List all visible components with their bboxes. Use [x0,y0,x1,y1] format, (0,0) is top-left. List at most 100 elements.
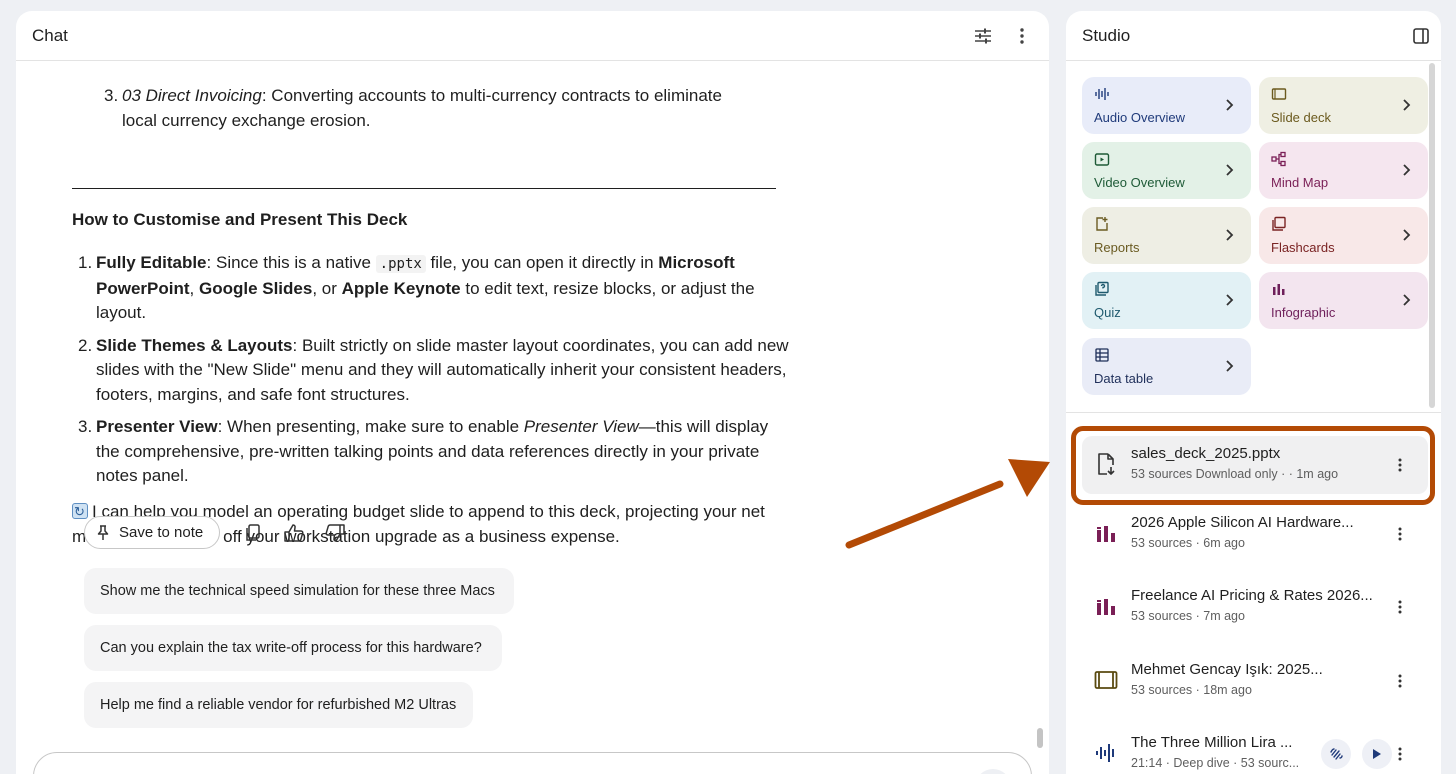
chat-scrollbar[interactable] [1037,728,1043,748]
more-vert-icon[interactable] [1390,453,1410,477]
tile-video-overview[interactable]: Video Overview [1082,142,1251,199]
chevron-right-icon [1403,99,1411,111]
divider [72,188,776,189]
list-number: 3. [104,86,119,105]
tile-mind-map[interactable]: Mind Map [1259,142,1428,199]
chat-title: Chat [32,25,68,45]
suggestion-chip[interactable]: Show me the technical speed simulation f… [84,568,514,614]
collapse-panel-icon[interactable] [1409,24,1433,48]
chat-header: Chat [16,11,1049,61]
step-text: file, you can open it directly in [425,253,659,272]
tile-label: Mind Map [1271,175,1329,190]
mind-map-icon [1271,151,1286,167]
chat-input[interactable] [33,752,1032,774]
step-item: 3. Presenter View: When presenting, make… [72,415,792,489]
save-to-note-button[interactable]: Save to note [84,516,221,549]
step-item: 2. Slide Themes & Layouts: Built strictl… [72,334,792,408]
step-text: , [189,278,199,298]
tile-label: Quiz [1094,305,1121,320]
chevron-right-icon [1403,164,1411,176]
report-icon [1096,217,1108,231]
quiz-icon [1095,281,1109,296]
tile-reports[interactable]: Reports [1082,207,1251,264]
tile-label: Flashcards [1271,240,1335,255]
note-item[interactable]: 2026 Apple Silicon AI Hardware... 53 sou… [1082,505,1428,563]
divider [1066,412,1441,413]
audio-wave-icon [1096,744,1114,762]
tune-icon[interactable] [971,24,995,48]
slides-icon [1271,88,1287,100]
infographic-icon [1273,284,1285,295]
step-number: 2. [78,335,93,355]
suggestion-chip[interactable]: Can you explain the tax write-off proces… [84,625,502,671]
video-icon [1094,153,1110,166]
note-item[interactable]: The Three Million Lira ... 21:14 · Deep … [1082,725,1428,774]
note-title: Freelance AI Pricing & Rates 2026... [1131,587,1373,604]
chat-body: 3. 03 Direct Invoicing: Converting accou… [16,62,1049,774]
list-item-title: 03 Direct Invoicing [122,86,262,105]
chevron-right-icon [1226,294,1234,306]
tile-label: Data table [1094,371,1154,386]
section-heading: How to Customise and Present This Deck [72,210,408,229]
more-vert-icon[interactable] [1390,742,1410,766]
step-text: : Since this is a native [206,253,376,272]
interactive-mode-button[interactable] [1321,739,1351,769]
infographic-icon [1097,599,1115,615]
send-button[interactable] [975,769,1011,774]
copy-icon[interactable] [242,522,264,544]
tile-flashcards[interactable]: Flashcards [1259,207,1428,264]
pin-icon [97,524,109,540]
step-item: 1. Fully Editable: Since this is a nativ… [72,251,792,326]
tile-infographic[interactable]: Infographic [1259,272,1428,329]
studio-header: Studio [1066,11,1441,61]
note-title: sales_deck_2025.pptx [1131,445,1281,462]
note-meta: 53 sources · 18m ago [1131,683,1252,697]
more-vert-icon[interactable] [1390,595,1410,619]
note-meta: 21:14 · Deep dive · 53 sourc... [1131,756,1300,770]
tile-data-table[interactable]: Data table [1082,338,1251,395]
play-button[interactable] [1362,739,1392,769]
list-item-text: : Converting accounts to multi-currency … [261,86,722,105]
note-item[interactable]: Freelance AI Pricing & Rates 2026... 53 … [1082,578,1428,636]
table-icon [1095,348,1109,362]
step-italic: Presenter View [523,417,639,436]
thumb-down-icon[interactable] [324,522,346,544]
note-meta: 53 sources Download only · · 1m ago [1131,467,1339,481]
tile-label: Infographic [1271,305,1336,320]
steps-list: 1. Fully Editable: Since this is a nativ… [72,251,792,497]
note-title: Mehmet Gencay Işık: 2025... [1131,661,1323,678]
slides-icon [1094,671,1118,689]
step-text: : When presenting, make sure to enable [217,417,524,436]
infographic-icon [1097,526,1115,542]
tile-label: Slide deck [1271,110,1331,125]
studio-panel: Studio Audio Overview Slide deck Video O… [1066,11,1441,774]
flashcards-icon [1272,216,1286,231]
download-file-icon [1098,453,1115,475]
chevron-right-icon [1403,294,1411,306]
note-meta: 53 sources · 6m ago [1131,536,1245,550]
step-title: Fully Editable [96,253,207,272]
tile-quiz[interactable]: Quiz [1082,272,1251,329]
more-vert-icon[interactable] [1010,24,1034,48]
inline-code: .pptx [375,255,426,273]
save-to-note-label: Save to note [119,524,204,541]
chevron-right-icon [1226,164,1234,176]
more-vert-icon[interactable] [1390,522,1410,546]
more-vert-icon[interactable] [1390,669,1410,693]
tile-audio-overview[interactable]: Audio Overview [1082,77,1251,134]
thumb-up-icon[interactable] [283,522,305,544]
step-number: 1. [78,253,93,272]
studio-scrollbar[interactable] [1429,63,1435,408]
ordered-list-top: 3. 03 Direct Invoicing: Converting accou… [72,84,792,133]
note-item[interactable]: Mehmet Gencay Işık: 2025... 53 sources ·… [1082,652,1428,710]
note-title: 2026 Apple Silicon AI Hardware... [1131,514,1354,531]
step-title: Slide Themes & Layouts [96,335,293,355]
tile-slide-deck[interactable]: Slide deck [1259,77,1428,134]
studio-title: Studio [1082,25,1131,45]
list-item: 3. 03 Direct Invoicing: Converting accou… [16,84,736,133]
app-name: Apple Keynote [341,278,461,298]
suggestion-chip[interactable]: Help me find a reliable vendor for refur… [84,682,473,728]
step-number: 3. [78,417,93,436]
play-icon [1373,749,1381,759]
note-item[interactable]: sales_deck_2025.pptx 53 sources Download… [1082,436,1428,494]
